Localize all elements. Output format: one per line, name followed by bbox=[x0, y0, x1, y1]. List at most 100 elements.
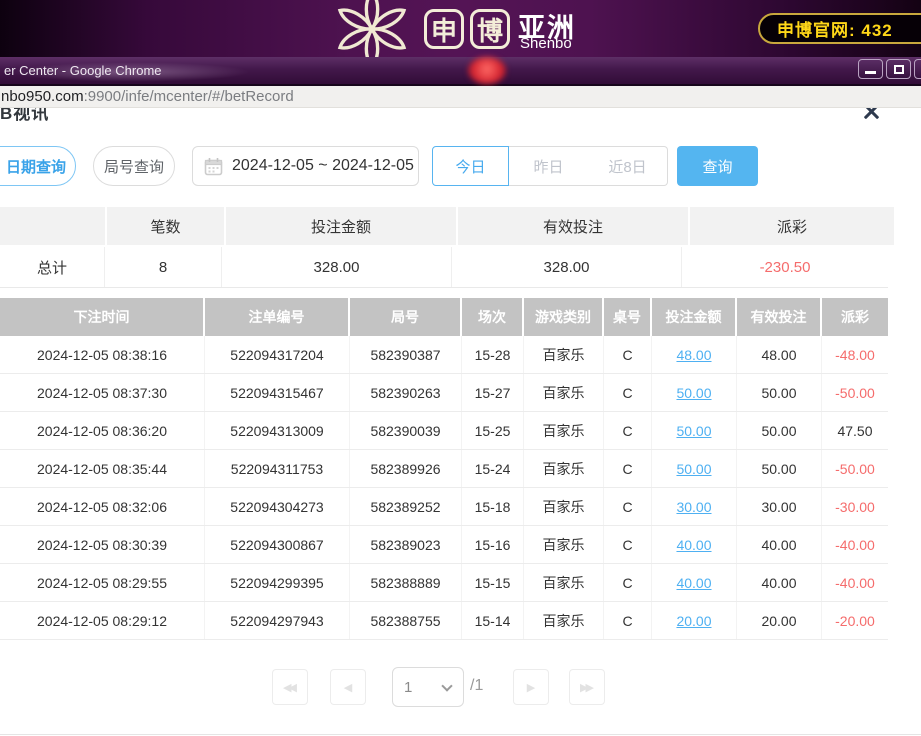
cell-session: 15-25 bbox=[462, 412, 524, 449]
cell-bet-amount[interactable]: 30.00 bbox=[652, 488, 737, 525]
table-row: 2024-12-05 08:30:39522094300867582389023… bbox=[0, 526, 888, 564]
cell-session: 15-16 bbox=[462, 526, 524, 563]
summary-table: 笔数 投注金额 有效投注 派彩 总计 8 328.00 328.00 -230.… bbox=[0, 207, 888, 288]
official-site-badge: 申博官网: 432 bbox=[758, 13, 921, 44]
summary-header-empty bbox=[0, 207, 105, 245]
cell-order-id: 522094313009 bbox=[205, 412, 350, 449]
summary-header-count: 笔数 bbox=[107, 207, 224, 245]
url-bar[interactable]: nbo950.com:9900/infe/mcenter/#/betRecord bbox=[0, 86, 921, 108]
cell-game-type: 百家乐 bbox=[524, 602, 604, 639]
red-notification-blob bbox=[468, 57, 506, 84]
page-select[interactable]: 1 bbox=[392, 667, 464, 707]
col-header-table-no: 桌号 bbox=[604, 298, 650, 336]
bet-record-panel: B视讯 日期查询 局号查询 2024-12-05 ~ 2024-12-05 今日… bbox=[0, 108, 921, 736]
prev-page-icon: ◀ bbox=[344, 681, 352, 694]
cell-game-type: 百家乐 bbox=[524, 412, 604, 449]
table-row: 2024-12-05 08:32:06522094304273582389252… bbox=[0, 488, 888, 526]
cell-round-id: 582388755 bbox=[350, 602, 462, 639]
maximize-icon bbox=[894, 65, 904, 74]
minimize-button[interactable] bbox=[858, 59, 883, 79]
col-header-session: 场次 bbox=[462, 298, 522, 336]
tab-round-query[interactable]: 局号查询 bbox=[93, 146, 175, 186]
cell-bet-time: 2024-12-05 08:29:12 bbox=[0, 602, 205, 639]
cell-valid-bet: 48.00 bbox=[737, 336, 822, 373]
cell-payout: -30.00 bbox=[822, 488, 888, 525]
col-header-bet-time: 下注时间 bbox=[0, 298, 203, 336]
filter-row: 日期查询 局号查询 2024-12-05 ~ 2024-12-05 今日 昨日 … bbox=[0, 146, 921, 186]
cell-payout: -20.00 bbox=[822, 602, 888, 639]
last-page-button[interactable]: ▶▶ bbox=[569, 669, 605, 705]
close-window-button[interactable]: ✕ bbox=[914, 59, 921, 79]
cell-bet-amount[interactable]: 50.00 bbox=[652, 374, 737, 411]
summary-header-payout: 派彩 bbox=[690, 207, 894, 245]
cell-payout: -50.00 bbox=[822, 374, 888, 411]
window-title: er Center - Google Chrome bbox=[4, 63, 162, 78]
cell-bet-amount[interactable]: 50.00 bbox=[652, 412, 737, 449]
logo-char-shen: 申 bbox=[424, 9, 464, 49]
cell-bet-time: 2024-12-05 08:29:55 bbox=[0, 564, 205, 601]
cell-table-no: C bbox=[604, 488, 652, 525]
cell-table-no: C bbox=[604, 374, 652, 411]
summary-header-row: 笔数 投注金额 有效投注 派彩 bbox=[0, 207, 888, 245]
cell-bet-time: 2024-12-05 08:38:16 bbox=[0, 336, 205, 373]
cell-valid-bet: 50.00 bbox=[737, 374, 822, 411]
search-button[interactable]: 查询 bbox=[677, 146, 758, 186]
cell-payout: -50.00 bbox=[822, 450, 888, 487]
cell-round-id: 582389252 bbox=[350, 488, 462, 525]
cell-bet-amount[interactable]: 40.00 bbox=[652, 526, 737, 563]
summary-payout-value: -230.50 bbox=[682, 247, 888, 287]
cell-game-type: 百家乐 bbox=[524, 564, 604, 601]
cell-bet-time: 2024-12-05 08:32:06 bbox=[0, 488, 205, 525]
site-banner: 申 博 亚洲 Shenbo 申博官网: 432 bbox=[0, 0, 921, 57]
bet-record-table: 下注时间 注单编号 局号 场次 游戏类别 桌号 投注金额 有效投注 派彩 202… bbox=[0, 298, 888, 640]
first-page-button[interactable]: ◀◀ bbox=[272, 669, 308, 705]
flower-logo-icon bbox=[330, 0, 414, 57]
col-header-round-id: 局号 bbox=[350, 298, 460, 336]
cell-bet-time: 2024-12-05 08:30:39 bbox=[0, 526, 205, 563]
cell-bet-amount[interactable]: 50.00 bbox=[652, 450, 737, 487]
cell-game-type: 百家乐 bbox=[524, 374, 604, 411]
quick-filter-last8days[interactable]: 近8日 bbox=[588, 146, 668, 186]
cell-order-id: 522094299395 bbox=[205, 564, 350, 601]
cell-valid-bet: 50.00 bbox=[737, 450, 822, 487]
col-header-valid-bet: 有效投注 bbox=[737, 298, 820, 336]
table-row: 2024-12-05 08:37:30522094315467582390263… bbox=[0, 374, 888, 412]
cell-session: 15-18 bbox=[462, 488, 524, 525]
cell-valid-bet: 40.00 bbox=[737, 564, 822, 601]
page-select-value: 1 bbox=[404, 679, 412, 696]
url-domain: nbo950.com bbox=[1, 88, 84, 105]
panel-close-icon[interactable] bbox=[860, 108, 882, 122]
first-page-icon: ◀◀ bbox=[283, 681, 294, 694]
table-row: 2024-12-05 08:29:55522094299395582388889… bbox=[0, 564, 888, 602]
date-range-input[interactable]: 2024-12-05 ~ 2024-12-05 bbox=[192, 146, 419, 186]
cell-valid-bet: 30.00 bbox=[737, 488, 822, 525]
tab-date-query[interactable]: 日期查询 bbox=[0, 146, 76, 186]
cell-bet-amount[interactable]: 40.00 bbox=[652, 564, 737, 601]
browser-titlebar: er Center - Google Chrome ✕ bbox=[0, 57, 921, 86]
summary-bet-amount-value: 328.00 bbox=[222, 247, 452, 287]
cell-order-id: 522094297943 bbox=[205, 602, 350, 639]
summary-valid-bet-value: 328.00 bbox=[452, 247, 682, 287]
url-path: :9900/infe/mcenter/#/betRecord bbox=[84, 88, 294, 105]
col-header-bet-amount: 投注金额 bbox=[652, 298, 735, 336]
cell-game-type: 百家乐 bbox=[524, 488, 604, 525]
cell-bet-amount[interactable]: 48.00 bbox=[652, 336, 737, 373]
cell-table-no: C bbox=[604, 602, 652, 639]
cell-session: 15-27 bbox=[462, 374, 524, 411]
prev-page-button[interactable]: ◀ bbox=[330, 669, 366, 705]
maximize-button[interactable] bbox=[886, 59, 911, 79]
cell-bet-amount[interactable]: 20.00 bbox=[652, 602, 737, 639]
bottom-divider bbox=[0, 734, 921, 735]
quick-filter-yesterday[interactable]: 昨日 bbox=[508, 146, 589, 186]
cell-round-id: 582390039 bbox=[350, 412, 462, 449]
chevron-down-icon bbox=[441, 680, 452, 691]
quick-filter-today[interactable]: 今日 bbox=[432, 146, 509, 186]
date-range-value: 2024-12-05 ~ 2024-12-05 bbox=[232, 157, 414, 175]
page-title: B视讯 bbox=[0, 108, 49, 124]
next-page-button[interactable]: ▶ bbox=[513, 669, 549, 705]
minimize-icon bbox=[865, 71, 876, 74]
summary-header-valid-bet: 有效投注 bbox=[458, 207, 688, 245]
col-header-payout: 派彩 bbox=[822, 298, 888, 336]
table-body: 2024-12-05 08:38:16522094317204582390387… bbox=[0, 336, 888, 640]
logo-latin-text: Shenbo bbox=[520, 35, 572, 52]
